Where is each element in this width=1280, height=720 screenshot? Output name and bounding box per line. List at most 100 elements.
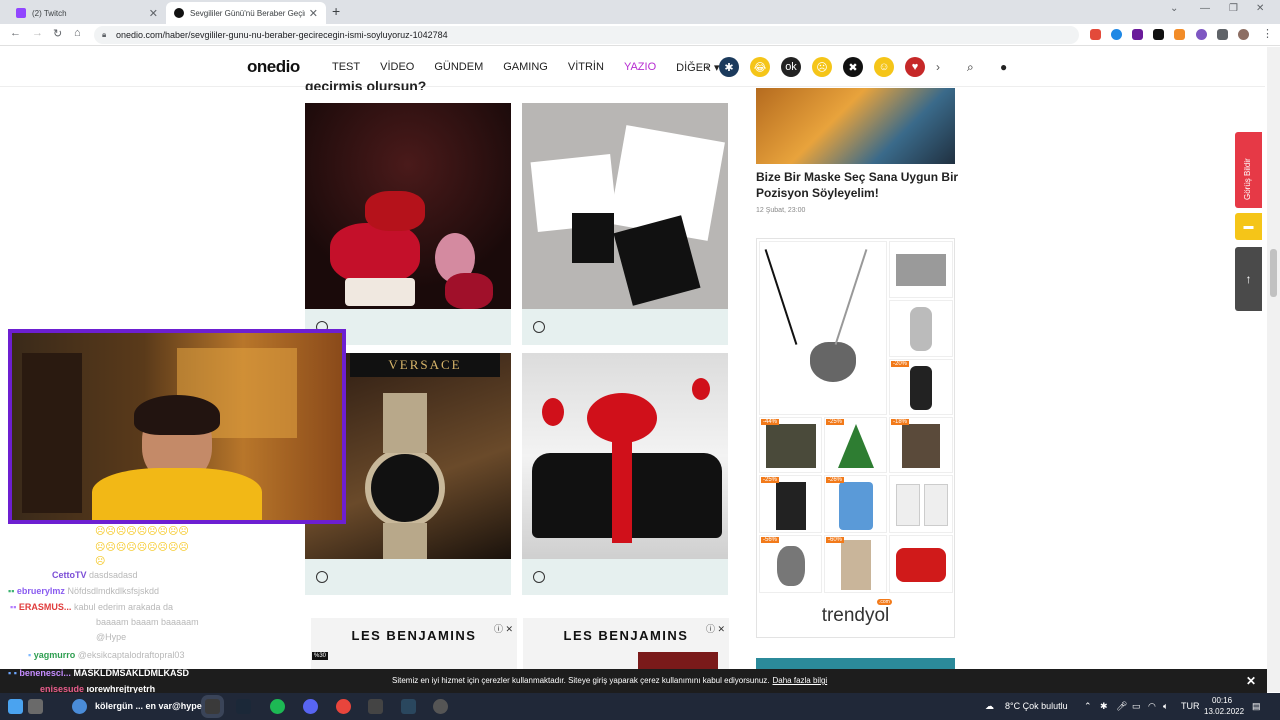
obs-icon[interactable] — [205, 699, 220, 714]
discount-badge: -44% — [761, 419, 780, 425]
discord-icon[interactable] — [303, 699, 318, 714]
menu-item-vitrin[interactable]: VİTRİN — [568, 61, 604, 74]
tab-onedio[interactable]: Sevgililer Günü'nü Beraber Geçir... ✕ — [166, 2, 326, 24]
search-icon[interactable] — [28, 699, 43, 714]
new-tab-icon[interactable]: + — [332, 3, 340, 19]
scroll-top-icon[interactable]: ↑ — [1235, 247, 1262, 311]
wifi-icon[interactable]: ◠ — [1148, 701, 1156, 712]
ad-product[interactable] — [889, 241, 953, 298]
ad-close-icon[interactable]: ⓘ ✕ — [706, 622, 725, 635]
window-close-icon[interactable]: ✕ — [1256, 3, 1264, 14]
cookie-close-button[interactable]: ✕ — [1246, 674, 1256, 688]
ad-product[interactable]: -25% — [824, 417, 887, 473]
answer-option[interactable] — [522, 559, 728, 595]
network-icon[interactable]: ▭ — [1132, 701, 1141, 712]
close-icon[interactable]: ✕ — [309, 7, 318, 20]
ad-product[interactable] — [889, 300, 953, 357]
menu-item-gaming[interactable]: GAMING — [503, 61, 548, 74]
ad-product[interactable]: -44% — [759, 417, 822, 473]
notification-icon[interactable]: ▤ — [1252, 701, 1261, 712]
scrollbar-thumb[interactable] — [1270, 249, 1277, 297]
more-info-link[interactable]: Daha fazla bilgi — [773, 676, 828, 685]
ad-close-icon[interactable]: ⓘ ✕ — [494, 622, 513, 635]
ad-product[interactable] — [889, 535, 953, 593]
extension-icon[interactable] — [1153, 29, 1164, 40]
feedback-button[interactable]: Görüş Bildir — [1235, 132, 1262, 208]
menu-item-gundem[interactable]: GÜNDEM — [434, 61, 483, 74]
chevron-left-icon[interactable]: ‹ — [705, 60, 709, 74]
trendyol-ad[interactable]: -20% -44% -25% -18% -25% -26% -56% -60% … — [756, 238, 955, 638]
steam-icon[interactable] — [236, 699, 251, 714]
chevron-down-icon[interactable]: ⌄ — [1170, 3, 1178, 14]
ad-product[interactable] — [759, 241, 887, 415]
answer-card[interactable] — [522, 353, 728, 595]
tab-twitch[interactable]: (2) Twitch ✕ — [8, 2, 166, 24]
answer-option[interactable] — [305, 559, 511, 595]
chevron-right-icon[interactable]: › — [936, 60, 940, 74]
radio-button[interactable] — [533, 571, 545, 583]
menu-dots-icon[interactable]: ⋮ — [1262, 27, 1273, 40]
answer-card[interactable] — [522, 103, 728, 345]
ad-product[interactable] — [889, 475, 953, 533]
home-icon[interactable]: ⌂ — [74, 27, 81, 39]
radio-button[interactable] — [316, 571, 328, 583]
edge-icon[interactable] — [72, 699, 87, 714]
windows-start-icon[interactable] — [8, 699, 23, 714]
ad-product[interactable]: -25% — [759, 475, 822, 533]
menu-item-yazio[interactable]: YAZIO — [624, 61, 656, 74]
extension-icon[interactable] — [1111, 29, 1122, 40]
ad-product[interactable]: -26% — [824, 475, 887, 533]
menu-item-video[interactable]: VİDEO — [380, 61, 414, 74]
article-title[interactable]: Bize Bir Maske Seç Sana Uygun Bir Pozisy… — [756, 169, 966, 201]
x-badge-icon[interactable]: ✖ — [843, 57, 863, 77]
bluetooth-icon[interactable]: ✱ — [1100, 701, 1108, 712]
close-icon[interactable]: ✕ — [149, 7, 158, 20]
restore-icon[interactable]: ❐ — [1229, 3, 1238, 14]
ad-product[interactable]: -60% — [824, 535, 887, 593]
scrollbar[interactable] — [1267, 47, 1280, 692]
menu-item-test[interactable]: TEST — [332, 61, 360, 74]
ad-product[interactable]: -56% — [759, 535, 822, 593]
avatar[interactable] — [1238, 29, 1249, 40]
ad-product[interactable]: -18% — [889, 417, 953, 473]
volume-icon[interactable]: 🔈︎ — [1163, 701, 1168, 712]
steam-icon[interactable] — [401, 699, 416, 714]
puzzle-icon[interactable] — [1217, 29, 1228, 40]
site-logo[interactable]: onedio — [247, 57, 300, 77]
media-icon[interactable] — [433, 699, 448, 714]
extension-icon[interactable] — [1090, 29, 1101, 40]
snowflake-icon[interactable]: ✱ — [719, 57, 739, 77]
laughing-emoji-icon[interactable]: 😂︎ — [750, 57, 770, 77]
radio-button[interactable] — [533, 321, 545, 333]
mic-icon[interactable]: 🎤︎ — [1116, 701, 1127, 712]
ok-badge-icon[interactable]: ok — [781, 57, 801, 77]
reload-icon[interactable]: ↻ — [53, 27, 62, 40]
mask-article-image[interactable] — [756, 88, 955, 164]
sad-emoji-icon[interactable]: ☹ — [812, 57, 832, 77]
heart-badge-icon[interactable]: ♥ — [905, 57, 925, 77]
chat-bubble-icon[interactable]: ▬ — [1235, 213, 1262, 240]
extension-icon[interactable] — [1132, 29, 1143, 40]
chrome-icon[interactable] — [336, 699, 351, 714]
answer-option[interactable] — [522, 309, 728, 345]
user-icon[interactable]: ● — [1000, 60, 1007, 74]
extension-icon[interactable] — [1174, 29, 1185, 40]
back-icon[interactable]: ← — [10, 27, 21, 39]
clock-time[interactable]: 00:16 — [1212, 696, 1232, 705]
spotify-icon[interactable] — [270, 699, 285, 714]
cloud-icon[interactable]: ☁ — [985, 701, 994, 712]
ad-brand: LES BENJAMINS — [351, 628, 477, 643]
smile-emoji-icon[interactable]: ☺ — [874, 57, 894, 77]
terminal-icon[interactable] — [368, 699, 383, 714]
weather-text[interactable]: 8°C Çok bulutlu — [1005, 701, 1068, 711]
ad-product[interactable]: -20% — [889, 359, 953, 415]
language-indicator[interactable]: TUR — [1181, 701, 1200, 711]
address-bar[interactable]: 🔒︎ onedio.com/haber/sevgililer-gunu-nu-b… — [94, 26, 1079, 44]
forward-icon[interactable]: → — [32, 27, 43, 39]
clock-date[interactable]: 13.02.2022 — [1204, 707, 1244, 716]
extension-icon[interactable] — [1196, 29, 1207, 40]
search-icon[interactable]: ⌕ — [967, 60, 974, 75]
answer-card[interactable] — [305, 103, 511, 345]
minimize-icon[interactable]: — — [1200, 3, 1210, 14]
chevron-up-icon[interactable]: ⌃ — [1084, 701, 1092, 712]
